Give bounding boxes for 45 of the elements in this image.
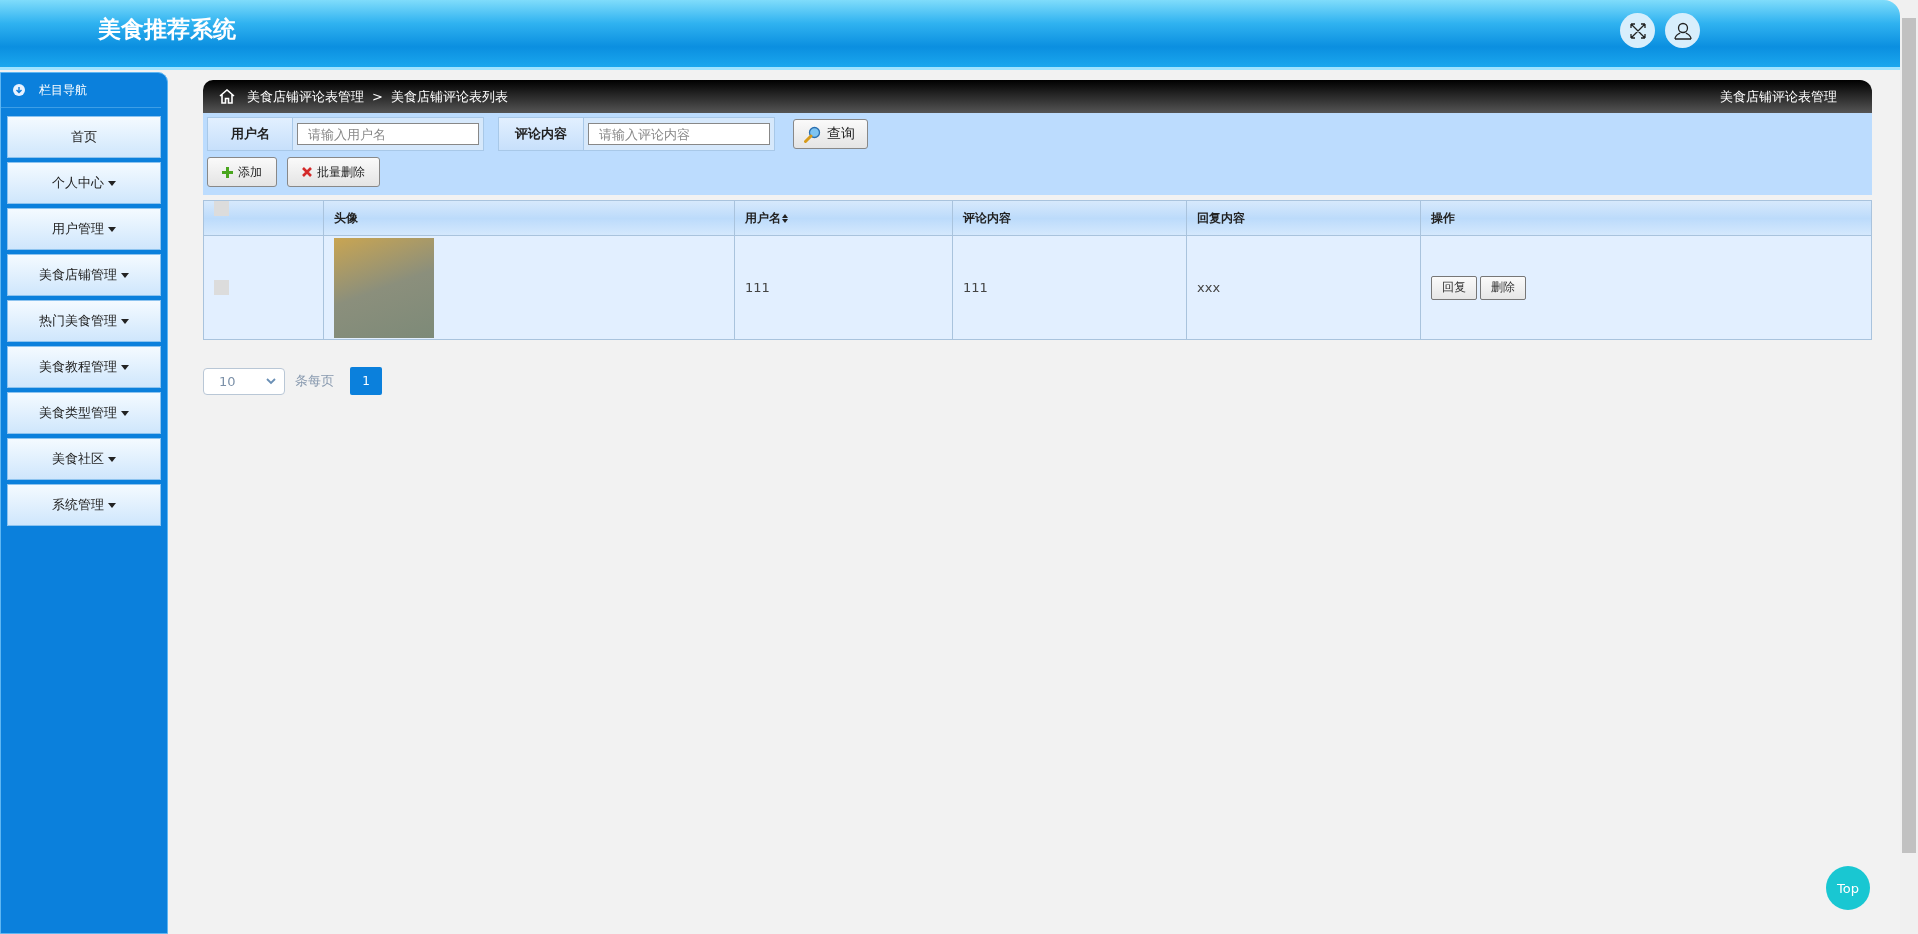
app-title: 美食推荐系统 [98,15,236,44]
add-button[interactable]: 添加 [207,157,277,187]
chevron-down-icon [266,377,276,385]
nav-menu-item[interactable]: 美食类型管理 [7,392,161,434]
home-icon[interactable] [219,89,235,104]
per-page-label: 条每页 [295,372,334,390]
nav-menu-item[interactable]: 美食店铺管理 [7,254,161,296]
nav-menu-item[interactable]: 个人中心 [7,162,161,204]
table-cell: 111 [963,280,988,295]
breadcrumb-separator: > [372,89,383,104]
plus-icon [222,166,233,178]
nav-menu-item[interactable]: 用户管理 [7,208,161,250]
fullscreen-icon[interactable] [1620,13,1655,48]
table-cell: 111 [745,280,770,295]
column-header: 操作 [1431,209,1455,227]
nav-menu-item[interactable]: 系统管理 [7,484,161,526]
reply-button[interactable]: 回复 [1431,275,1477,300]
field-label: 用户名 [208,118,293,150]
column-header[interactable]: 用户名 [745,209,788,227]
checkbox[interactable] [214,200,229,216]
down-circle-icon [13,84,25,96]
nav-menu-item[interactable]: 首页 [7,116,161,158]
search-button[interactable]: 查询 [793,119,868,149]
checkbox[interactable] [214,280,229,295]
nav-menu-item[interactable]: 热门美食管理 [7,300,161,342]
breadcrumb-link[interactable]: 美食店铺评论表列表 [390,87,508,106]
search-field[interactable]: 请输入评论内容 [588,123,770,145]
table-cell: xxx [1197,280,1221,295]
field-label: 评论内容 [499,118,584,150]
column-header: 评论内容 [963,209,1011,227]
page-button[interactable]: 1 [350,367,382,395]
cross-icon [302,167,312,177]
column-header: 头像 [334,209,358,227]
magnifier-icon [804,125,821,143]
breadcrumb-link[interactable]: 美食店铺评论表管理 [247,87,364,106]
search-field[interactable]: 请输入用户名 [297,123,479,145]
sidebar-title: 栏目导航 [39,81,87,99]
page-title: 美食店铺评论表管理 [1720,87,1837,106]
column-header: 回复内容 [1197,209,1245,227]
user-icon[interactable] [1665,13,1700,48]
nav-menu-item[interactable]: 美食社区 [7,438,161,480]
nav-menu-item[interactable]: 美食教程管理 [7,346,161,388]
delete-button[interactable]: 删除 [1480,275,1526,300]
sort-icon[interactable] [782,213,788,223]
batch-delete-button[interactable]: 批量删除 [287,157,380,187]
